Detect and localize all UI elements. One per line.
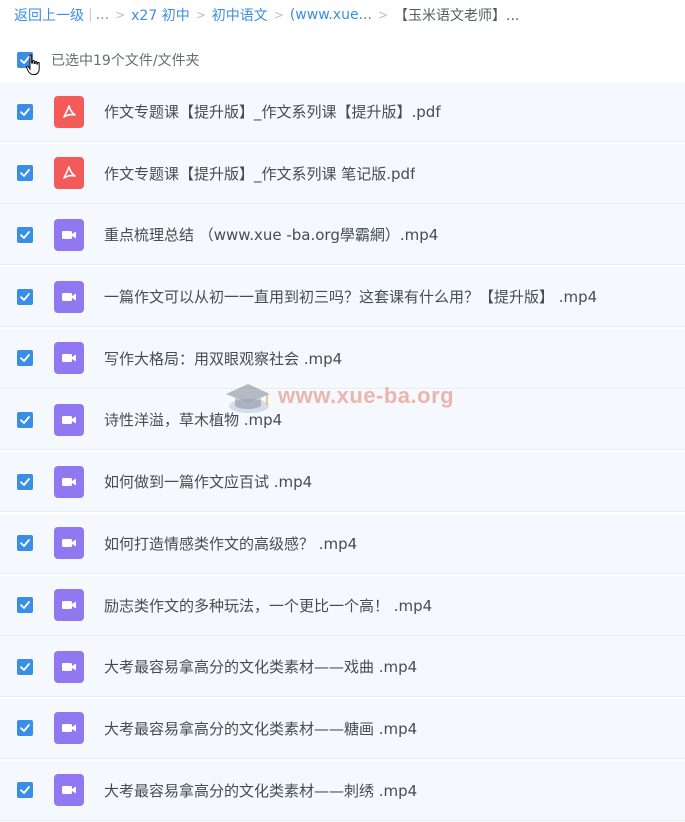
file-name[interactable]: 作文专题课【提升版】_作文系列课 笔记版.pdf xyxy=(104,163,415,184)
chevron-right-icon: > xyxy=(377,8,388,22)
checkmark-icon xyxy=(20,230,30,239)
hand-cursor-icon xyxy=(25,54,40,75)
file-checkbox[interactable] xyxy=(17,473,33,490)
file-row[interactable]: 如何打造情感类作文的高级感？ .mp4 xyxy=(0,513,685,574)
video-icon xyxy=(54,527,84,560)
file-checkbox[interactable] xyxy=(17,535,33,552)
breadcrumb-item[interactable]: x27 初中 xyxy=(131,5,190,25)
video-icon xyxy=(54,774,84,807)
file-name[interactable]: 励志类作文的多种玩法，一个更比一个高！ .mp4 xyxy=(104,595,432,616)
file-row[interactable]: 写作大格局：用双眼观察社会 .mp4 xyxy=(0,328,685,389)
video-glyph xyxy=(62,724,76,733)
file-row[interactable]: 如何做到一篇作文应百试 .mp4 xyxy=(0,452,685,513)
file-name[interactable]: 大考最容易拿高分的文化类素材——糖画 .mp4 xyxy=(104,718,417,739)
checkmark-icon xyxy=(20,601,30,609)
video-glyph xyxy=(62,539,76,548)
pdf-glyph xyxy=(63,166,76,179)
file-row[interactable]: 大考最容易拿高分的文化类素材——刺绣 .mp4 xyxy=(0,760,685,821)
video-icon xyxy=(54,650,84,683)
checkmark-icon xyxy=(20,539,30,548)
video-glyph xyxy=(62,415,76,424)
file-row[interactable]: 作文专题课【提升版】_作文系列课【提升版】.pdf xyxy=(0,82,685,142)
file-checkbox[interactable] xyxy=(17,597,33,613)
file-checkbox[interactable] xyxy=(17,226,33,243)
video-glyph xyxy=(62,230,76,239)
checkmark-icon xyxy=(20,724,30,733)
file-checkbox[interactable] xyxy=(17,658,33,675)
breadcrumb-item[interactable]: (www.xue... xyxy=(290,7,372,23)
file-row[interactable]: 重点梳理总结 （www.xue -ba.org學霸網）.mp4 xyxy=(0,205,685,266)
breadcrumb-divider: | xyxy=(88,7,93,23)
file-checkbox[interactable] xyxy=(17,165,33,182)
file-name[interactable]: 如何打造情感类作文的高级感？ .mp4 xyxy=(104,533,357,554)
checkmark-icon xyxy=(20,786,30,794)
video-icon xyxy=(54,218,84,251)
video-glyph xyxy=(62,786,76,795)
breadcrumb-ellipsis[interactable]: ... xyxy=(96,7,109,23)
video-icon xyxy=(54,712,84,745)
checkmark-icon xyxy=(20,107,30,116)
checkmark-icon xyxy=(20,477,30,486)
selection-header: 已选中19个文件/文件夹 xyxy=(0,40,685,80)
checkmark-icon xyxy=(20,169,30,178)
video-icon xyxy=(54,589,84,621)
pdf-glyph xyxy=(63,104,76,118)
file-name[interactable]: 作文专题课【提升版】_作文系列课【提升版】.pdf xyxy=(104,101,441,122)
file-row[interactable]: 大考最容易拿高分的文化类素材——戏曲 .mp4 xyxy=(0,637,685,698)
chevron-right-icon: > xyxy=(195,8,206,22)
checkmark-icon xyxy=(20,354,30,363)
video-glyph xyxy=(62,662,76,671)
file-checkbox[interactable] xyxy=(17,782,33,799)
video-icon xyxy=(54,280,84,313)
file-list: 作文专题课【提升版】_作文系列课【提升版】.pdf 作文专题课【提升版】_作文系列… xyxy=(0,82,685,822)
file-name[interactable]: 大考最容易拿高分的文化类素材——刺绣 .mp4 xyxy=(104,780,417,801)
video-glyph xyxy=(62,477,76,486)
back-link[interactable]: 返回上一级 xyxy=(14,5,84,25)
chevron-right-icon: > xyxy=(273,8,284,22)
selection-count: 已选中19个文件/文件夹 xyxy=(51,53,200,69)
checkmark-icon xyxy=(20,292,30,301)
file-checkbox[interactable] xyxy=(17,288,33,305)
file-name[interactable]: 大考最容易拿高分的文化类素材——戏曲 .mp4 xyxy=(104,656,417,677)
video-glyph xyxy=(62,354,76,363)
file-row[interactable]: 大考最容易拿高分的文化类素材——糖画 .mp4 xyxy=(0,698,685,759)
checkmark-icon xyxy=(20,662,30,671)
file-name[interactable]: 一篇作文可以从初一一直用到初三吗？这套课有什么用？【提升版】 .mp4 xyxy=(104,286,597,307)
file-row[interactable]: 诗性洋溢，草木植物 .mp4 xyxy=(0,390,685,451)
file-row[interactable]: 一篇作文可以从初一一直用到初三吗？这套课有什么用？【提升版】 .mp4 xyxy=(0,267,685,328)
chevron-right-icon: > xyxy=(115,8,126,22)
file-checkbox[interactable] xyxy=(17,720,33,737)
file-checkbox[interactable] xyxy=(17,350,33,367)
file-row[interactable]: 励志类作文的多种玩法，一个更比一个高！ .mp4 xyxy=(0,575,685,636)
file-row[interactable]: 作文专题课【提升版】_作文系列课 笔记版.pdf xyxy=(0,143,685,204)
pdf-icon xyxy=(54,157,84,190)
file-checkbox[interactable] xyxy=(17,411,33,428)
file-checkbox[interactable] xyxy=(17,103,33,120)
file-name[interactable]: 写作大格局：用双眼观察社会 .mp4 xyxy=(104,348,342,369)
file-name[interactable]: 重点梳理总结 （www.xue -ba.org學霸網）.mp4 xyxy=(104,224,438,245)
breadcrumb-item[interactable]: 初中语文 xyxy=(212,5,268,25)
video-icon xyxy=(54,342,84,375)
breadcrumb: 返回上一级 | ... > x27 初中 > 初中语文 > (www.xue..… xyxy=(14,4,519,26)
video-glyph xyxy=(62,601,76,609)
breadcrumb-current: 【玉米语文老师】... xyxy=(394,8,520,24)
video-glyph xyxy=(62,292,76,301)
video-icon xyxy=(54,465,84,498)
checkmark-icon xyxy=(20,416,30,424)
pdf-icon xyxy=(54,95,84,128)
file-name[interactable]: 如何做到一篇作文应百试 .mp4 xyxy=(104,471,312,492)
video-icon xyxy=(54,403,84,436)
file-name[interactable]: 诗性洋溢，草木植物 .mp4 xyxy=(104,409,282,430)
